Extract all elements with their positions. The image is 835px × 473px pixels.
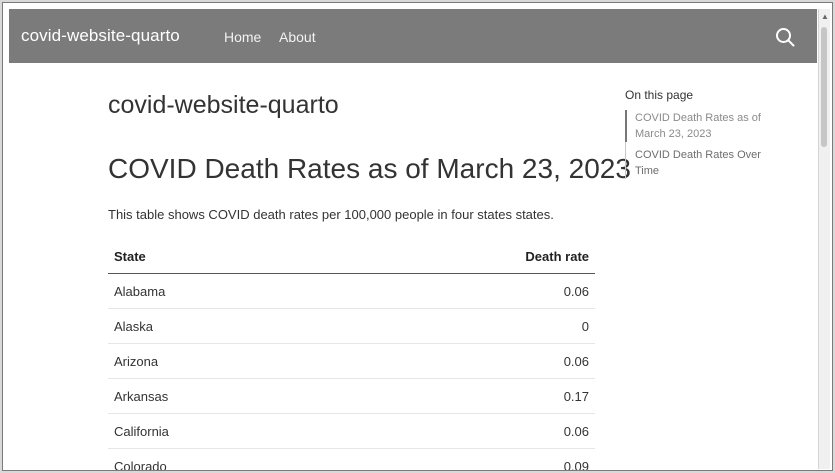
death-rate-cell: 0.06 <box>336 413 595 449</box>
scroll-up-arrow-icon[interactable]: ▲ <box>821 12 829 21</box>
table-row: Colorado 0.09 <box>108 448 595 470</box>
state-cell: Arkansas <box>108 378 337 414</box>
page-title: covid-website-quarto <box>108 91 339 119</box>
death-rate-cell: 0.06 <box>336 273 595 309</box>
column-header-death-rate: Death rate <box>336 240 595 274</box>
vertical-scrollbar[interactable]: ▲ <box>818 9 830 469</box>
toc-item-death-rates-march[interactable]: COVID Death Rates as of March 23, 2023 <box>625 110 775 142</box>
section-heading: COVID Death Rates as of March 23, 2023 <box>108 153 631 184</box>
death-rate-cell: 0.06 <box>336 343 595 379</box>
nav-link-home[interactable]: Home <box>224 29 261 45</box>
table-row: Arizona 0.06 <box>108 343 595 379</box>
state-cell: Arizona <box>108 343 337 379</box>
death-rate-cell: 0 <box>336 308 595 344</box>
nav-link-about[interactable]: About <box>279 29 316 45</box>
state-cell: Alabama <box>108 273 337 309</box>
navbar: covid-website-quarto Home About <box>9 9 817 63</box>
site-brand[interactable]: covid-website-quarto <box>21 26 180 46</box>
death-rate-cell: 0.09 <box>336 448 595 470</box>
table-row: Alabama 0.06 <box>108 273 595 309</box>
column-header-state: State <box>108 240 337 274</box>
browser-viewport: covid-website-quarto Home About covid-we… <box>2 2 833 471</box>
state-cell: California <box>108 413 337 449</box>
state-cell: Alaska <box>108 308 337 344</box>
table-row: Alaska 0 <box>108 308 595 344</box>
toc-list: COVID Death Rates as of March 23, 2023 C… <box>625 110 775 179</box>
table-of-contents: On this page COVID Death Rates as of Mar… <box>625 88 775 184</box>
search-icon[interactable] <box>774 26 796 48</box>
scrollbar-thumb[interactable] <box>821 27 827 147</box>
toc-heading: On this page <box>625 88 694 102</box>
table-header-row: State Death rate <box>108 240 595 274</box>
toc-item-death-rates-over-time[interactable]: COVID Death Rates Over Time <box>635 147 775 179</box>
intro-paragraph: This table shows COVID death rates per 1… <box>108 207 554 222</box>
death-rate-table: State Death rate Alabama 0.06 Alaska 0 A… <box>108 240 595 470</box>
table-row: Arkansas 0.17 <box>108 378 595 414</box>
death-rate-cell: 0.17 <box>336 378 595 414</box>
state-cell: Colorado <box>108 448 337 470</box>
table-row: California 0.06 <box>108 413 595 449</box>
